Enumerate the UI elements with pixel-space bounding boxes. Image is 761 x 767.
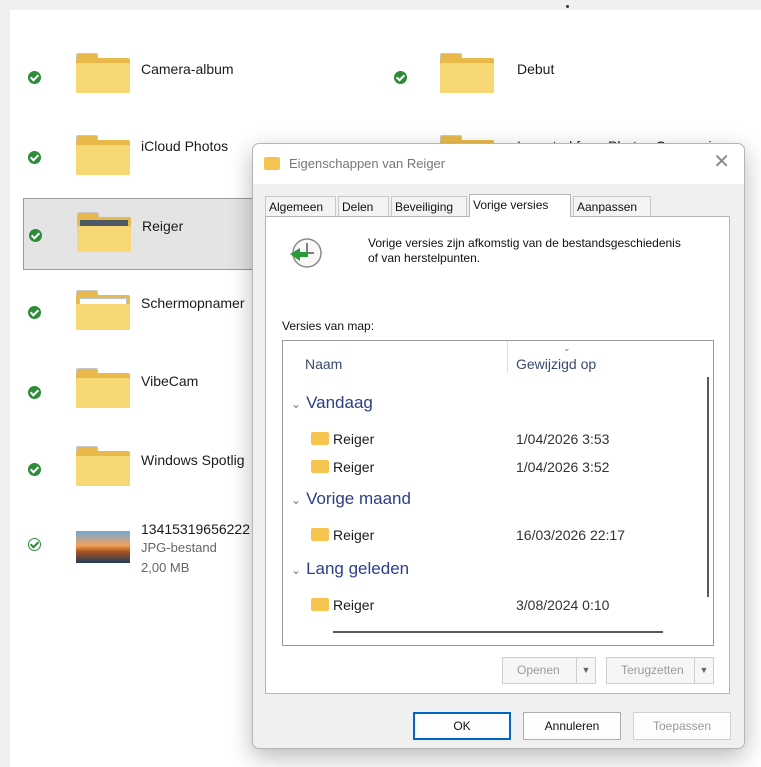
version-row[interactable]: Reiger 16/03/2026 22:17	[283, 525, 693, 547]
list-item[interactable]: Windows Spotlig	[23, 438, 263, 498]
available-status-icon	[28, 538, 41, 551]
folder-icon	[311, 528, 329, 541]
horizontal-scrollbar[interactable]	[333, 631, 663, 633]
sync-status-icon	[28, 386, 41, 399]
open-button[interactable]: Openen ▼	[502, 657, 596, 684]
folder-image-icon	[77, 212, 131, 252]
folder-icon	[76, 368, 130, 408]
sync-status-icon	[29, 229, 42, 242]
version-name: Reiger	[333, 431, 375, 447]
dialog-title: Eigenschappen van Reiger	[289, 156, 446, 171]
chevron-down-icon: ⌄	[291, 397, 302, 411]
item-name: 13415319656222	[141, 521, 251, 537]
dialog-titlebar[interactable]: Eigenschappen van Reiger ✕	[253, 144, 744, 184]
list-item[interactable]: Debut	[390, 43, 750, 103]
sort-chevron-icon: ⌄	[563, 343, 571, 353]
properties-dialog: Eigenschappen van Reiger ✕ Algemeen Dele…	[252, 143, 745, 749]
list-item[interactable]: Camera-album	[23, 43, 373, 103]
version-row[interactable]: Reiger 3/08/2024 0:10	[283, 595, 693, 617]
image-thumbnail	[76, 531, 130, 563]
dropdown-arrow-icon[interactable]: ▼	[576, 658, 595, 683]
group-vandaag[interactable]: ⌄ Vandaag	[291, 393, 373, 413]
version-name: Reiger	[333, 459, 375, 475]
previous-versions-panel: Vorige versies zijn afkomstig van de bes…	[265, 216, 730, 694]
open-label: Openen	[517, 663, 560, 677]
item-name: VibeCam	[141, 373, 199, 389]
ok-button[interactable]: OK	[413, 712, 511, 740]
folder-icon	[264, 157, 280, 170]
top-dot	[566, 5, 569, 8]
column-header-name[interactable]: Naam	[305, 356, 342, 372]
chevron-down-icon: ⌄	[291, 563, 302, 577]
group-label: Lang geleden	[306, 559, 410, 578]
sync-status-icon	[28, 306, 41, 319]
item-name: Camera-album	[141, 61, 234, 77]
info-text: Vorige versies zijn afkomstig van de bes…	[368, 236, 681, 265]
tab-beveiliging[interactable]: Beveiliging	[391, 196, 467, 216]
item-name: iCloud Photos	[141, 138, 229, 154]
folder-icon	[76, 446, 130, 486]
folder-icon	[311, 432, 329, 445]
folder-icon	[440, 53, 494, 93]
group-label: Vorige maand	[306, 489, 411, 508]
list-item[interactable]: Schermopnamer	[23, 282, 263, 342]
vertical-scrollbar[interactable]	[707, 377, 709, 597]
tab-delen[interactable]: Delen	[338, 196, 389, 216]
sync-status-icon	[28, 151, 41, 164]
close-icon[interactable]: ✕	[713, 152, 730, 172]
versions-label: Versies van map:	[282, 319, 375, 333]
folder-icon	[76, 53, 130, 93]
version-name: Reiger	[333, 597, 375, 613]
tab-vorige-versies[interactable]: Vorige versies	[469, 194, 571, 217]
folder-screenshot-icon	[76, 290, 130, 330]
cancel-button[interactable]: Annuleren	[523, 712, 621, 740]
sync-status-icon	[394, 71, 407, 84]
versions-list[interactable]: Naam ⌄ Gewijzigd op ⌄ Vandaag Reiger 1/04/…	[282, 340, 714, 646]
column-header-modified[interactable]: Gewijzigd op	[516, 356, 596, 372]
version-row[interactable]: Reiger 1/04/2026 3:53	[283, 429, 693, 451]
version-row[interactable]: Reiger 1/04/2026 3:52	[283, 457, 693, 479]
folder-icon	[311, 598, 329, 611]
group-label: Vandaag	[306, 393, 373, 412]
clock-history-icon	[290, 238, 322, 268]
restore-button[interactable]: Terugzetten ▼	[606, 657, 714, 684]
dropdown-arrow-icon[interactable]: ▼	[694, 658, 713, 683]
list-item-selected[interactable]: Reiger	[23, 198, 283, 270]
item-type: JPG-bestand	[141, 540, 217, 555]
item-name: Windows Spotlig	[141, 452, 245, 468]
list-item[interactable]: VibeCam	[23, 360, 263, 420]
folder-icon	[311, 460, 329, 473]
version-date: 1/04/2026 3:53	[516, 431, 610, 447]
apply-button[interactable]: Toepassen	[633, 712, 731, 740]
tab-aanpassen[interactable]: Aanpassen	[573, 196, 651, 216]
version-date: 16/03/2026 22:17	[516, 527, 625, 543]
folder-icon	[76, 135, 130, 175]
chevron-down-icon: ⌄	[291, 493, 302, 507]
group-vorige-maand[interactable]: ⌄ Vorige maand	[291, 489, 411, 509]
version-date: 1/04/2026 3:52	[516, 459, 610, 475]
sync-status-icon	[28, 71, 41, 84]
restore-label: Terugzetten	[621, 663, 684, 677]
tab-algemeen[interactable]: Algemeen	[265, 196, 336, 216]
column-separator[interactable]	[507, 341, 508, 373]
item-size: 2,00 MB	[141, 560, 190, 575]
version-name: Reiger	[333, 527, 375, 543]
sync-status-icon	[28, 463, 41, 476]
item-name: Schermopnamer	[141, 295, 245, 311]
group-lang-geleden[interactable]: ⌄ Lang geleden	[291, 559, 409, 579]
list-item[interactable]: 13415319656222 JPG-bestand 2,00 MB	[23, 515, 263, 585]
item-name: Reiger	[142, 218, 184, 234]
item-name: Debut	[517, 61, 555, 77]
version-date: 3/08/2024 0:10	[516, 597, 610, 613]
